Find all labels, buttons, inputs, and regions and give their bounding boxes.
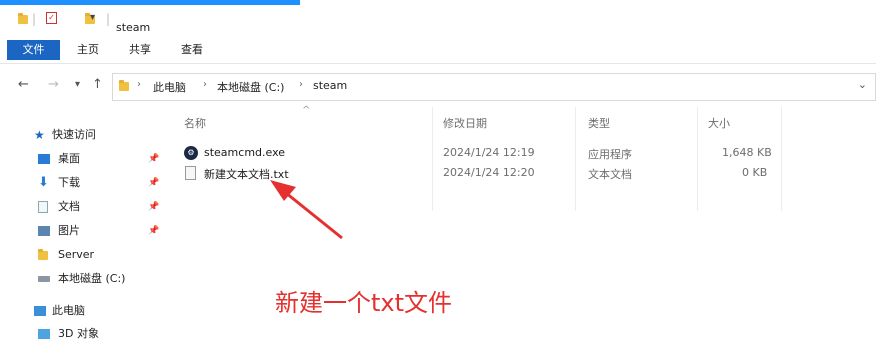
arrow-shaft [285, 191, 343, 240]
annotation-label: 新建一个txt文件 [275, 289, 453, 317]
